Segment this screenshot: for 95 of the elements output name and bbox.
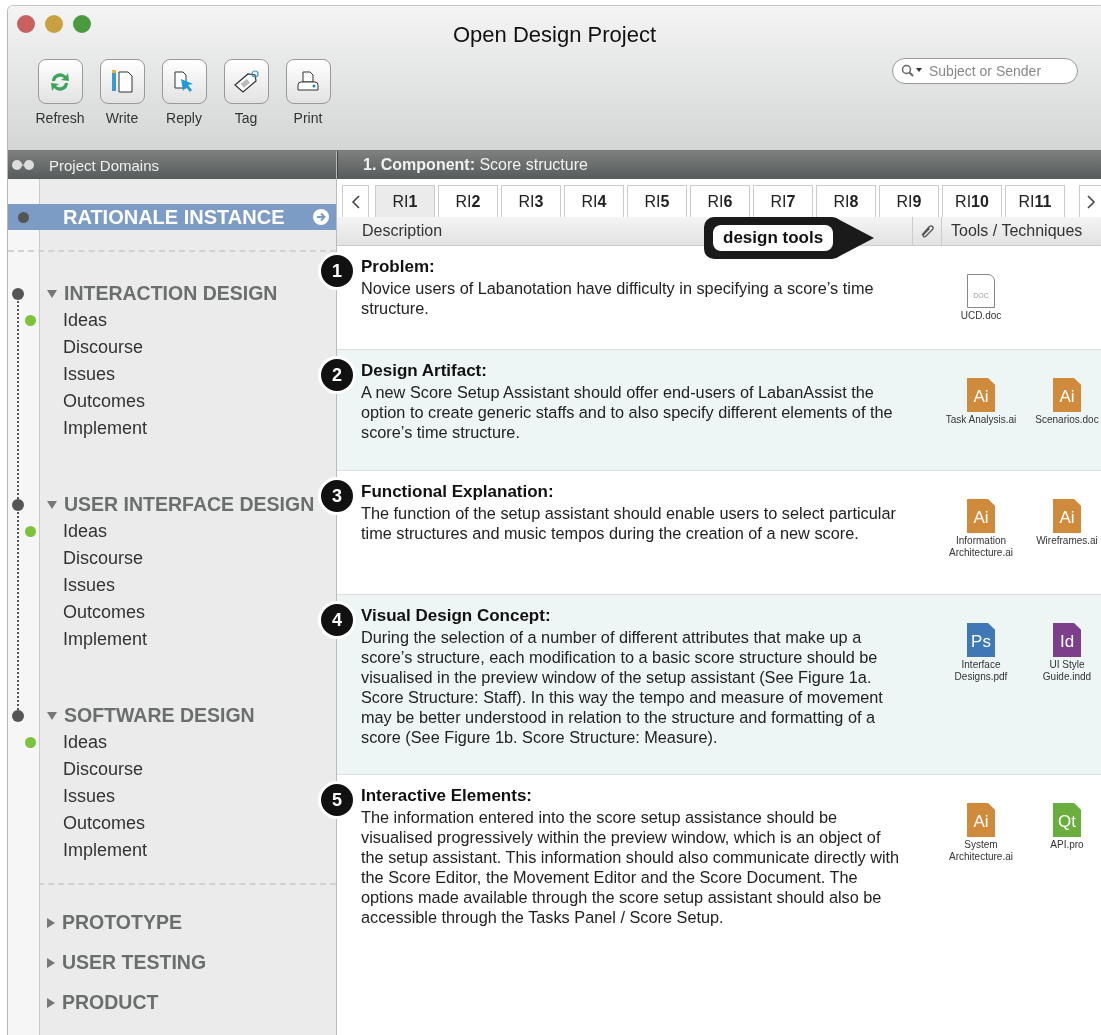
toolbar-label: Print — [293, 110, 323, 126]
domain-heading[interactable]: USER INTERFACE DESIGN — [64, 491, 315, 518]
caret-right-icon[interactable] — [46, 996, 56, 1009]
toolbar-label: Write — [105, 110, 139, 126]
row-title: Functional Explanation: — [361, 481, 555, 503]
sidebar-item[interactable]: Outcomes — [63, 600, 146, 624]
column-header: Tools / Techniques — [950, 222, 1084, 240]
file-name[interactable]: Task Analysis.ai — [945, 414, 1017, 426]
previous-button[interactable] — [342, 185, 369, 217]
tag-button[interactable] — [223, 59, 269, 104]
step-number: 1 — [318, 252, 356, 290]
sidebar-item[interactable]: Issues — [63, 784, 116, 808]
sidebar-item[interactable]: Discourse — [63, 335, 144, 359]
tab[interactable]: RI4 — [564, 185, 624, 217]
caret-down-icon[interactable] — [46, 499, 58, 510]
file-name[interactable]: Information Architecture.ai — [941, 535, 1021, 559]
file-name[interactable]: API.pro — [1050, 839, 1084, 851]
sidebar-item[interactable]: Discourse — [63, 546, 144, 570]
print-button[interactable] — [285, 59, 331, 104]
row-description: During the selection of a number of different attributes that make up a score’s structure, each modification to a basic score structure should be visualised in the preview window of the setup assistant (See Figure 1a. Score Structure: Staff). In this way the tempo and measure of movement may be better understood in relation to the structure and formatting of a score (See Figure 1b. Score Structure: Measure). — [361, 627, 884, 747]
toolbar-label: Tag — [234, 110, 258, 126]
tab[interactable]: RI1 — [375, 185, 435, 217]
file-name[interactable]: Wireframes.ai — [1036, 535, 1098, 547]
row-description: The function of the setup assistant should enable users to select particular time structures and music tempos during the creation of a new score. — [361, 503, 897, 543]
next-button[interactable] — [1079, 185, 1101, 217]
file-name[interactable]: UI Style Guide.indd — [1027, 659, 1101, 683]
domain-heading[interactable]: USER TESTING — [62, 949, 207, 976]
sidebar-item[interactable]: Ideas — [63, 308, 108, 332]
close-button[interactable] — [17, 15, 35, 33]
domain-heading[interactable]: SOFTWARE DESIGN — [64, 702, 255, 729]
chevron-left-icon — [350, 193, 361, 210]
component-heading: 1. Component: Score structure — [363, 156, 588, 174]
window-title: Open Design Project — [453, 22, 656, 48]
row-description: A new Score Setup Assistant should offer end-users of LabanAssist the option to create generic staffs and to also specify different elements of the score’s time structure. — [361, 382, 894, 442]
search-icon — [901, 64, 923, 78]
sidebar-item[interactable]: Outcomes — [63, 389, 146, 413]
sidebar-item[interactable]: Issues — [63, 362, 116, 386]
pencil-page-icon — [109, 68, 135, 95]
domain-heading[interactable]: PRODUCT — [62, 989, 159, 1016]
row-title: Visual Design Concept: — [361, 605, 552, 627]
tab[interactable]: RI2 — [438, 185, 498, 217]
step-number: 3 — [318, 477, 356, 515]
tab[interactable]: RI9 — [879, 185, 939, 217]
file-name[interactable]: Scenarios.doc — [1035, 414, 1099, 426]
ps-file-icon[interactable]: Ps — [967, 623, 995, 657]
status-dot-icon — [18, 211, 29, 223]
row-description: Novice users of Labanotation have difficulty in specifying a score’s time structure. — [361, 278, 875, 318]
caret-right-icon[interactable] — [46, 956, 56, 969]
toolbar-label: Reply — [166, 110, 202, 126]
sidebar-item[interactable]: Outcomes — [63, 811, 146, 835]
tab[interactable]: RI3 — [501, 185, 561, 217]
paperclip-icon — [919, 223, 935, 239]
step-number: 2 — [318, 356, 356, 394]
reply-button[interactable] — [161, 59, 207, 104]
sidebar-item[interactable]: Issues — [63, 573, 116, 597]
tab[interactable]: RI8 — [816, 185, 876, 217]
row-title: Design Artifact: — [361, 360, 488, 382]
sidebar-item[interactable]: Implement — [63, 838, 148, 862]
sidebar-title: Project Domains — [48, 156, 160, 174]
row-title: Interactive Elements: — [361, 785, 533, 807]
caret-right-icon[interactable] — [46, 916, 56, 929]
id-file-icon[interactable]: Id — [1053, 623, 1081, 657]
domain-heading[interactable]: PROTOTYPE — [62, 909, 182, 936]
tab[interactable]: RI5 — [627, 185, 687, 217]
row-title: Problem: — [361, 256, 436, 278]
arrow-circle-icon — [312, 208, 330, 226]
attachment-button[interactable] — [912, 217, 942, 245]
refresh-button[interactable] — [37, 59, 83, 104]
column-header: Description — [362, 222, 443, 240]
sidebar-item[interactable]: Discourse — [63, 757, 144, 781]
sidebar-item[interactable]: Ideas — [63, 730, 108, 754]
chevron-right-icon — [1085, 193, 1096, 210]
file-name[interactable]: Interface Designs.pdf — [941, 659, 1021, 683]
domain-heading[interactable]: INTERACTION DESIGN — [64, 280, 278, 307]
row-description: The information entered into the score setup assistance should be visualised progressively within the preview window, which is an object of the setup assistant. This information should also communicate directly with the Score Editor, the Movement Editor and the Score Document. The options made available through the score setup assistant should also be accessible through the Tasks Panel / Score Setup. — [361, 807, 901, 927]
tag-icon — [232, 68, 260, 95]
callout-label: design tools — [713, 225, 834, 251]
caret-down-icon[interactable] — [46, 710, 58, 721]
zoom-button[interactable] — [73, 15, 91, 33]
search-field[interactable]: Subject or Sender — [892, 58, 1078, 84]
sidebar-item[interactable]: Implement — [63, 627, 148, 651]
tab[interactable]: RI11 — [1005, 185, 1065, 217]
caret-down-icon[interactable] — [46, 288, 58, 299]
file-name[interactable]: System Architecture.ai — [941, 839, 1021, 863]
tab[interactable]: RI7 — [753, 185, 813, 217]
tab[interactable]: RI10 — [942, 185, 1002, 217]
minimize-button[interactable] — [45, 15, 63, 33]
step-number: 4 — [318, 601, 356, 639]
write-button[interactable] — [99, 59, 145, 104]
toolbar-label: Refresh — [35, 110, 85, 126]
sidebar-item[interactable]: Ideas — [63, 519, 108, 543]
sidebar-item[interactable]: Implement — [63, 416, 148, 440]
step-number: 5 — [318, 781, 356, 819]
file-name[interactable]: UCD.doc — [960, 310, 1002, 322]
tab[interactable]: RI6 — [690, 185, 750, 217]
